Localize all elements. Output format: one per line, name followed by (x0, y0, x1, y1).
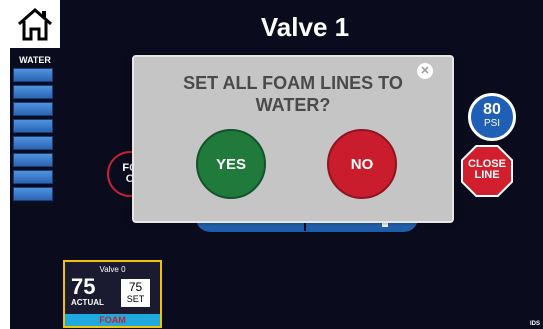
tank-level-segment (13, 102, 53, 116)
pressure-readout: 80 PSI (468, 93, 516, 141)
dialog-question: SET ALL FOAM LINES TO WATER? (183, 73, 403, 115)
home-icon (18, 8, 52, 41)
valve-name: Valve 0 (99, 265, 126, 274)
tank-level-segment (13, 85, 53, 99)
water-tank-level-gauge (13, 68, 53, 202)
tank-level-segment (13, 68, 53, 82)
tank-level-segment (13, 136, 53, 150)
close-line-label-line2: LINE (474, 169, 500, 181)
mode-badge: FOAM (65, 314, 160, 326)
home-button[interactable] (10, 0, 60, 48)
pressure-value: 80 (483, 101, 501, 118)
brand-logo: IDS (530, 321, 541, 327)
pressure-unit: PSI (483, 118, 501, 129)
page-title: Valve 1 (260, 12, 350, 42)
confirm-dialog: SET ALL FOAM LINES TO WATER? ✕ YES NO (132, 55, 454, 223)
valve-card[interactable]: Valve 0 75 ACTUAL 75 SET FOAM (63, 260, 162, 328)
tank-level-segment (13, 119, 53, 133)
no-button[interactable]: NO (327, 129, 397, 199)
set-value-box[interactable]: 75 SET (121, 279, 150, 307)
set-value: 75 (128, 280, 143, 294)
close-icon[interactable]: ✕ (417, 63, 433, 79)
tank-level-segment (13, 187, 53, 201)
water-tank-label: WATER (19, 55, 51, 65)
actual-value: 75 (71, 274, 96, 299)
screen: Valve 1 WATER FO O 80 PSI CLOSE LINE Val… (10, 0, 543, 329)
actual-label: ACTUAL (71, 298, 104, 307)
tank-level-segment (13, 153, 53, 167)
yes-button[interactable]: YES (196, 129, 266, 199)
set-label: SET (126, 294, 145, 304)
tank-level-segment (13, 170, 53, 184)
close-line-label: CLOSE LINE (461, 159, 513, 181)
